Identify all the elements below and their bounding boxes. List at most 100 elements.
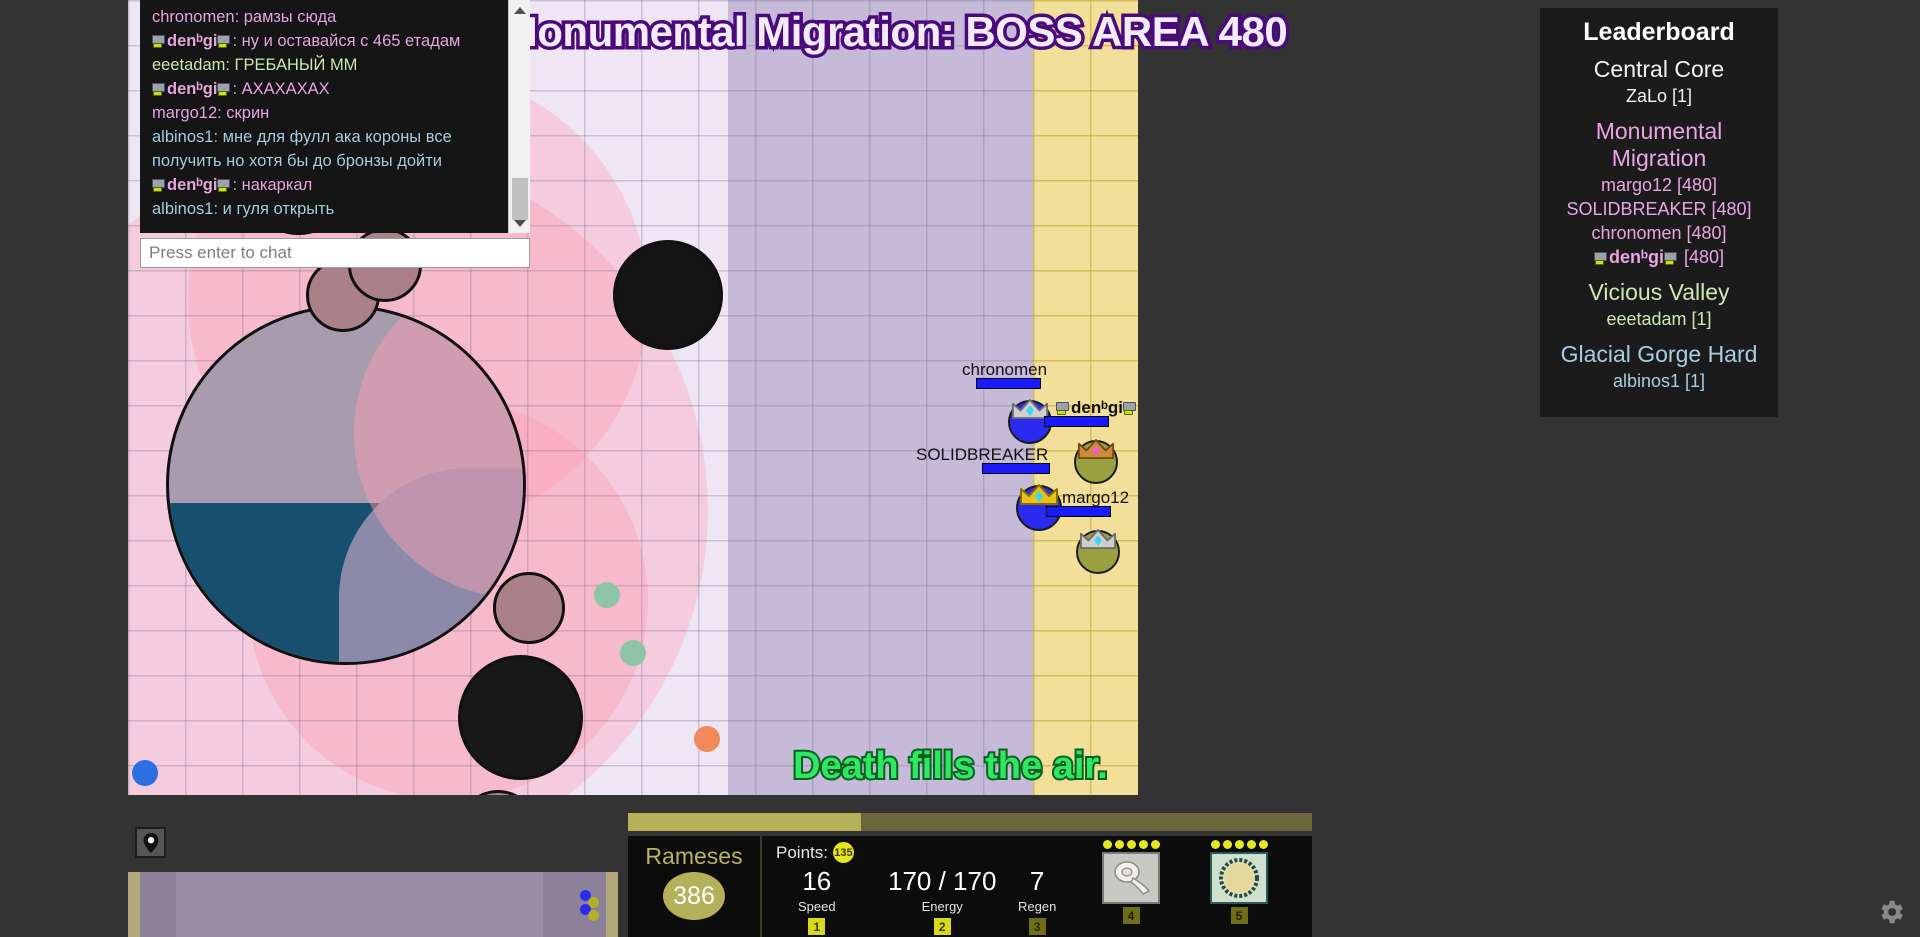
rock-black-bottom	[458, 655, 583, 780]
item-slot-5[interactable]: 5	[1208, 840, 1270, 925]
stat-hotkey[interactable]: 3	[1028, 918, 1046, 935]
chat-scrollbar[interactable]	[508, 0, 530, 233]
chat-input[interactable]	[140, 238, 530, 268]
leaderboard-group-name: Monumental Migration	[1595, 118, 1723, 171]
computer-emoji-icon	[1664, 252, 1679, 265]
chat-message-author: denᵇgi	[167, 176, 218, 194]
chat-panel[interactable]: chronomen: рамзы сюда denᵇgi : ну и остава…	[140, 0, 530, 268]
ammo-pip	[1114, 840, 1124, 849]
character-panel: Rameses 386	[628, 836, 762, 937]
chat-message-text: : ГРЕБАНЫЙ ММ	[225, 56, 358, 74]
leaderboard-entry-score: [480]	[1681, 223, 1727, 243]
leaderboard-entry-score: [480]	[1672, 175, 1718, 195]
leaderboard-groups: Central Core ZaLo [1] Monumental Migration…	[1546, 56, 1772, 393]
rock-black-mid	[613, 240, 723, 350]
stat-value: 170 / 170	[888, 866, 997, 896]
leaderboard-entry-name: albinos1	[1612, 371, 1681, 391]
stats-panel: Points: 135 16 Speed 1 170 / 170 Energy 2 7 Reg…	[768, 836, 1098, 937]
chat-message-author: albinos1	[152, 200, 214, 218]
chat-message-author: chronomen	[152, 8, 235, 26]
leaderboard-group-name: Vicious Valley	[1588, 279, 1730, 305]
chat-message: denᵇgi: АХАХАХАХ	[152, 77, 508, 101]
hud-body: Rameses 386 Points: 135 16 Speed 1 170 / 17…	[628, 836, 1312, 937]
chat-log[interactable]: chronomen: рамзы сюда denᵇgi : ну и остава…	[140, 0, 530, 233]
ammo-pip	[1126, 840, 1136, 849]
leaderboard-entry: chronomen [480]	[1546, 221, 1772, 245]
player-crown-icon	[1077, 437, 1115, 466]
hud-panel: Rameses 386 Points: 135 16 Speed 1 170 / 17…	[620, 803, 1320, 937]
leaderboard-entry: albinos1 [1]	[1546, 369, 1772, 393]
item-slot-hotkey[interactable]: 4	[1122, 907, 1140, 924]
leaderboard-group: Vicious Valley eeetadam [1]	[1546, 279, 1772, 331]
leaderboard-group-name: Central Core	[1593, 56, 1725, 82]
chat-message-text: : ну и оставайся с 465 етадам	[232, 32, 461, 50]
triangle-up-icon[interactable]	[509, 0, 531, 20]
computer-emoji-icon	[152, 35, 167, 48]
leaderboard-group: Monumental Migration margo12 [480] SOLIDBR…	[1546, 118, 1772, 269]
leaderboard-entry-name: chronomen	[1591, 223, 1682, 243]
ammo-pip	[1150, 840, 1160, 849]
minimap-edge-right	[606, 872, 618, 937]
chat-message-author: denᵇgi	[167, 32, 218, 50]
location-pin-icon[interactable]	[135, 827, 166, 858]
ammo-pip	[1210, 840, 1220, 849]
computer-emoji-icon	[1122, 402, 1138, 415]
gear-icon[interactable]	[1876, 897, 1906, 927]
leaderboard-entry: eeetadam [1]	[1546, 307, 1772, 331]
leaderboard-entry-name: SOLIDBREAKER	[1566, 199, 1707, 219]
leaderboard-group: Central Core ZaLo [1]	[1546, 56, 1772, 108]
stat-hotkey[interactable]: 1	[808, 918, 826, 935]
seed-pod-icon[interactable]	[1210, 852, 1268, 904]
ammo-pips	[1208, 840, 1270, 849]
leaderboard-entry-score: [480]	[1706, 199, 1752, 219]
chat-message-text: : рамзы сюда	[234, 8, 337, 26]
leaderboard-entry-score: [480]	[1679, 247, 1725, 267]
ammo-pips	[1100, 840, 1162, 849]
minimap[interactable]	[128, 872, 618, 937]
stat-hotkey[interactable]: 2	[933, 918, 951, 935]
item-slot-hotkey[interactable]: 5	[1230, 907, 1248, 924]
ammo-pip	[1222, 840, 1232, 849]
chat-message: albinos1: мне для фулл ака короны все по…	[152, 125, 508, 173]
stat-label: Speed	[798, 899, 836, 914]
ammo-pip	[1234, 840, 1244, 849]
pickup-green-2[interactable]	[620, 640, 646, 666]
computer-emoji-icon	[152, 83, 167, 96]
minimap-player-dot	[588, 910, 599, 921]
player-nametag-text: denᵇgi	[1071, 398, 1123, 417]
leaderboard-entry: SOLIDBREAKER [480]	[1546, 197, 1772, 221]
game-screen: chronomen denᵇgi SOLIDBREAKER margo12 Death…	[0, 0, 1920, 937]
leaderboard-entry-name: denᵇgi	[1608, 247, 1664, 267]
chat-message: eeetadam: ГРЕБАНЫЙ ММ	[152, 53, 508, 77]
stat-value: 16	[802, 866, 832, 896]
pickup-blue[interactable]	[132, 760, 158, 786]
chat-message-author: denᵇgi	[167, 80, 218, 98]
minimap-edge-left	[128, 872, 140, 937]
chat-message-text: : накаркал	[232, 176, 313, 194]
chat-message-text: : скрин	[217, 104, 270, 122]
triangle-down-icon[interactable]	[509, 213, 531, 233]
leaderboard-entry-score: [1]	[1667, 86, 1693, 106]
leaderboard-group-name: Glacial Gorge Hard	[1560, 341, 1758, 367]
computer-emoji-icon	[1056, 402, 1071, 415]
stat-label: Energy	[921, 899, 963, 914]
player-nametag: margo12	[1062, 488, 1129, 508]
boulder-pink-c	[493, 572, 565, 644]
pickup-orange[interactable]	[694, 726, 720, 752]
overlay-message: Death fills the air.	[791, 743, 1110, 789]
computer-emoji-icon	[217, 83, 232, 96]
item-slot-4[interactable]: 4	[1100, 840, 1162, 925]
stat-value: 7	[1029, 866, 1045, 896]
computer-emoji-icon	[152, 179, 167, 192]
chat-message: margo12: скрин	[152, 101, 508, 125]
leaderboard-entry-name: eeetadam	[1606, 309, 1687, 329]
computer-emoji-icon	[1593, 252, 1609, 265]
player-nametag-text: SOLIDBREAKER	[916, 445, 1049, 464]
chat-message: chronomen: рамзы сюда	[152, 5, 508, 29]
leaderboard-entry: denᵇgi [480]	[1546, 245, 1772, 269]
player-crown-icon	[1079, 527, 1117, 556]
xp-bar	[628, 813, 1312, 831]
bandage-roll-icon[interactable]	[1102, 852, 1160, 904]
leaderboard-entry-score: [1]	[1686, 309, 1712, 329]
pickup-green-1[interactable]	[594, 582, 620, 608]
